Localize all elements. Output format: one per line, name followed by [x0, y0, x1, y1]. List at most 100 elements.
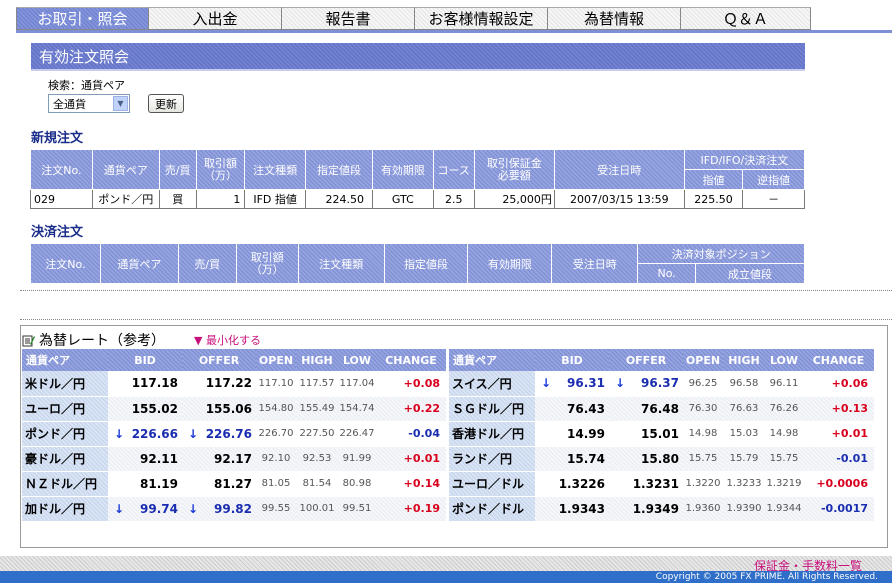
tab-fx-info[interactable]: 為替情報 — [548, 7, 681, 30]
close-orders-heading: 決済注文 — [31, 225, 84, 240]
col-expiry: 有効期限 — [467, 243, 553, 284]
rate-low-value: 1.3219 — [766, 478, 802, 489]
cell-margin: 25,000円 — [473, 189, 555, 209]
col-order-no: 注文No. — [30, 243, 101, 284]
rate-offer-value: 92.17 — [214, 451, 252, 466]
rate-high: 1.9390 — [723, 496, 765, 522]
refresh-button[interactable]: 更新 — [148, 94, 184, 113]
rate-bid-value: 14.99 — [567, 426, 605, 441]
rate-open: 81.05 — [256, 471, 296, 497]
rate-low: 96.11 — [765, 371, 803, 397]
rate-open-value: 1.9360 — [685, 503, 721, 514]
rate-bid: ↓ 96.31 — [535, 371, 609, 397]
col-ifd-group: IFD/IFO/決済注文 — [683, 149, 806, 170]
col-pair: 通貨ペア — [449, 349, 535, 371]
col-side: 売/買 — [177, 243, 237, 284]
col-side: 売/買 — [158, 149, 197, 190]
rate-low: 1.3219 — [765, 471, 803, 497]
rate-row: ポンド／ドル 1.9343 1.9349 1.9360 1.9390 1.9344 -0.0… — [449, 496, 874, 522]
rate-row: ＳＧドル／円 76.43 76.48 76.30 76.63 76.26 +0.13 — [449, 396, 874, 422]
rate-high-value: 1.3233 — [726, 478, 762, 489]
rate-open: 96.25 — [683, 371, 723, 397]
currency-select[interactable]: 全通貨 ▼ — [48, 94, 130, 113]
rate-high-value: 15.79 — [729, 453, 759, 464]
rate-offer-value: 99.82 — [214, 501, 252, 516]
rate-high: 92.53 — [296, 446, 338, 472]
rate-bid-value: 226.66 — [131, 426, 178, 441]
tab-reports[interactable]: 報告書 — [282, 7, 415, 30]
col-amount: 取引額 （万） — [195, 149, 246, 190]
tab-qa[interactable]: Ｑ＆Ａ — [681, 7, 811, 30]
rate-pair: 加ドル／円 — [22, 496, 108, 522]
cell-limit: 225.50 — [683, 189, 744, 209]
rate-pair-value: ユーロ／ドル — [452, 477, 525, 491]
rate-high-value: 1.9390 — [726, 503, 762, 514]
rate-high: 76.63 — [723, 396, 765, 422]
rate-change: +0.13 — [803, 396, 874, 422]
tab-deposit[interactable]: 入出金 — [149, 7, 282, 30]
rate-low-value: 15.75 — [769, 453, 799, 464]
rate-bid-value: 81.19 — [140, 476, 178, 491]
rate-low: 226.47 — [338, 421, 376, 447]
col-order-time: 受注日時 — [553, 149, 685, 190]
rate-bid-value: 117.18 — [131, 376, 178, 391]
rate-high-value: 155.49 — [299, 403, 335, 414]
rate-low-value: 80.98 — [342, 478, 372, 489]
cell-pair: ポンド／円 — [91, 189, 160, 209]
rate-offer: 1.3231 — [609, 471, 683, 497]
cell-expiry: GTC — [372, 189, 434, 209]
cell-order-type: IFD 指値 — [244, 189, 306, 209]
rate-pair: ポンド／ドル — [449, 496, 535, 522]
rates-left-body: 米ドル／円 117.18 117.22 117.10 117.57 117.04 +0.08… — [22, 371, 446, 522]
col-order-type: 注文種類 — [244, 149, 306, 190]
cell-order-time: 2007/03/15 13:59 — [553, 189, 685, 209]
divider — [20, 290, 892, 291]
rate-bid: 1.3226 — [535, 471, 609, 497]
rate-offer-value: 1.3231 — [632, 476, 679, 491]
rate-pair-value: ユーロ／円 — [25, 402, 86, 416]
nav-tabs: お取引・照会 入出金 報告書 お客様情報設定 為替情報 Ｑ＆Ａ — [16, 7, 811, 30]
rate-high: 227.50 — [296, 421, 338, 447]
rates-table-right: 通貨ペア BID OFFER OPEN HIGH LOW CHANGE スイス／… — [449, 349, 874, 522]
page-title: 有効注文照会 — [31, 43, 805, 69]
rate-high-value: 92.53 — [302, 453, 332, 464]
rate-change: -0.0017 — [803, 496, 874, 522]
rates-title-text: 為替レート（参考） — [39, 333, 165, 349]
tab-customer-settings[interactable]: お客様情報設定 — [415, 7, 548, 30]
rate-offer: 76.48 — [609, 396, 683, 422]
rate-high: 81.54 — [296, 471, 338, 497]
rate-offer: ↓ 99.82 — [182, 496, 256, 522]
rate-high-value: 96.58 — [729, 377, 759, 389]
col-offer: OFFER — [609, 349, 683, 371]
top-nav: お取引・照会 入出金 報告書 お客様情報設定 為替情報 Ｑ＆Ａ — [0, 0, 892, 33]
currency-select-value: 全通貨 — [53, 97, 86, 111]
col-bid: BID — [535, 349, 609, 371]
minimize-link[interactable]: ▼ 最小化する — [194, 332, 261, 348]
rate-offer-value: 1.9349 — [632, 501, 679, 516]
rate-pair: ポンド／円 — [22, 421, 108, 447]
down-arrow-icon: ↓ — [114, 501, 125, 516]
rate-row: ポンド／円 ↓ 226.66 ↓ 226.76 226.70 227.50 226.47 -0.… — [22, 421, 446, 447]
rate-high-value: 81.54 — [302, 478, 332, 489]
rate-offer-value: 226.76 — [205, 426, 252, 441]
rate-open: 99.55 — [256, 496, 296, 522]
rate-offer: 1.9349 — [609, 496, 683, 522]
divider — [20, 319, 892, 320]
tab-trading[interactable]: お取引・照会 — [16, 7, 149, 30]
col-high: HIGH — [296, 349, 338, 371]
col-position-group: 決済対象ポジション — [637, 243, 805, 264]
chevron-down-icon[interactable]: ▼ — [113, 96, 128, 111]
rate-change: -0.01 — [803, 446, 874, 472]
rate-low-value: 99.51 — [342, 503, 372, 514]
rate-pair: 米ドル／円 — [22, 371, 108, 397]
rate-high: 117.57 — [296, 371, 338, 397]
col-fill-price: 成立値段 — [695, 263, 805, 284]
rate-bid: 117.18 — [108, 371, 182, 397]
rate-open-value: 99.55 — [261, 503, 291, 514]
rates-right-body: スイス／円 ↓ 96.31 ↓ 96.37 96.25 96.58 96.11 +0.06 ＳＧド… — [449, 371, 874, 522]
col-amount: 取引額 （万） — [235, 243, 299, 284]
col-limit: 指値 — [683, 169, 744, 190]
rate-open: 226.70 — [256, 421, 296, 447]
rate-change-value: -0.01 — [836, 452, 868, 465]
rate-bid-value: 92.11 — [140, 451, 178, 466]
